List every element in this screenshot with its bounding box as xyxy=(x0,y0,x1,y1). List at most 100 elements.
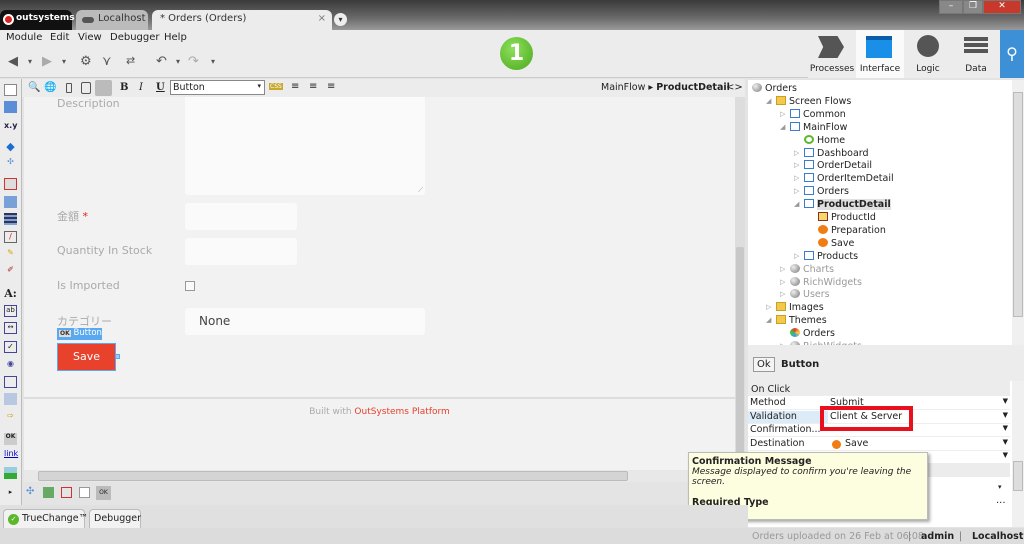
property-value[interactable]: Save xyxy=(845,438,868,449)
show-record-icon[interactable]: ✎ xyxy=(4,248,17,260)
description-textarea[interactable]: ⟋ xyxy=(185,97,425,195)
expression-widget-icon[interactable]: x.y xyxy=(4,121,17,133)
tree-node[interactable]: ▷ OrderDetail xyxy=(794,159,872,172)
menu-debugger[interactable]: Debugger xyxy=(110,32,160,43)
upload-widget-icon[interactable]: ⇨ xyxy=(4,411,17,423)
outsystems-logo-tab[interactable]: outsystems xyxy=(0,10,75,30)
scroll-thumb[interactable] xyxy=(38,471,628,481)
tree-node[interactable]: Preparation xyxy=(818,224,886,237)
footer-link[interactable]: OutSystems Platform xyxy=(354,407,449,417)
is-imported-checkbox[interactable] xyxy=(185,281,195,291)
tree-node[interactable]: ▷ Common xyxy=(780,108,846,121)
align-left-icon[interactable]: ≡ xyxy=(291,81,299,92)
chevron-down-icon[interactable]: ▼ xyxy=(1003,397,1008,405)
tree-node[interactable]: ▷ Orders xyxy=(794,185,849,198)
scroll-thumb[interactable] xyxy=(1013,461,1023,491)
tree-node[interactable]: ▷ Charts xyxy=(780,263,834,276)
tree-scrollbar[interactable] xyxy=(1012,80,1024,345)
tree-node[interactable]: ▷ Dashboard xyxy=(794,147,869,160)
maximize-button[interactable]: ❐ xyxy=(963,0,983,14)
collapse-icon[interactable]: ◢ xyxy=(794,198,799,211)
tree-node[interactable]: ▷ Users xyxy=(780,288,830,301)
tree-node[interactable]: Orders xyxy=(790,327,835,340)
tree-node[interactable]: Home xyxy=(804,134,845,147)
italic-button[interactable]: I xyxy=(139,82,143,93)
status-server[interactable]: Localhost xyxy=(972,531,1023,542)
tab-interface[interactable]: Interface xyxy=(856,30,904,78)
references-icon[interactable]: ⋎ xyxy=(102,54,112,69)
chevron-down-icon[interactable]: ▼ xyxy=(1003,451,1008,459)
canvas-horizontal-scrollbar[interactable] xyxy=(24,470,735,482)
expand-palette-icon[interactable]: ▸ xyxy=(4,488,17,500)
expand-icon[interactable]: ▷ xyxy=(780,288,785,301)
radio-widget-icon[interactable]: ◉ xyxy=(4,359,17,371)
back-icon[interactable]: ◀ xyxy=(8,54,18,69)
zoom-preview-icon[interactable]: 🔍 xyxy=(28,82,40,93)
tree-node[interactable]: ▷ RichWidgets xyxy=(780,276,862,289)
container-widget-icon[interactable] xyxy=(4,84,17,96)
bold-button[interactable]: B xyxy=(120,82,128,93)
screen-canvas[interactable]: Description ⟋ 金額 * Quantity In Stock Is … xyxy=(24,97,735,470)
status-user[interactable]: admin xyxy=(921,531,954,542)
expand-icon[interactable]: ▷ xyxy=(794,159,799,172)
expand-icon[interactable]: ▷ xyxy=(794,250,799,263)
if-widget-icon[interactable]: ◆ xyxy=(4,140,17,153)
chevron-down-icon[interactable]: ▼ xyxy=(1003,438,1008,446)
expand-icon[interactable]: ▷ xyxy=(766,301,771,314)
property-row[interactable]: Destination Save ▼ xyxy=(748,438,1010,451)
mobile-view-icon[interactable] xyxy=(66,83,72,93)
resize-handle-icon[interactable]: ⟋ xyxy=(418,186,423,195)
category-select[interactable]: None xyxy=(185,308,425,335)
button-icon[interactable]: OK xyxy=(96,486,111,500)
expand-icon[interactable]: ▷ xyxy=(780,276,785,289)
expand-icon[interactable]: ▷ xyxy=(780,108,785,121)
edit-record-icon[interactable]: / xyxy=(4,231,17,243)
web-block-icon[interactable]: ✣ xyxy=(26,486,34,497)
resize-handle[interactable] xyxy=(115,354,120,359)
publish-step-badge[interactable]: 1 xyxy=(500,37,533,70)
tree-node[interactable]: ◢ Themes xyxy=(766,314,827,327)
expand-icon[interactable]: ▷ xyxy=(780,263,785,276)
image-widget-icon[interactable] xyxy=(4,467,17,479)
undo-icon[interactable]: ↶ xyxy=(156,54,167,69)
back-dropdown-icon[interactable]: ▾ xyxy=(28,57,32,66)
undo-dropdown-icon[interactable]: ▾ xyxy=(176,57,180,66)
canvas-vertical-scrollbar[interactable] xyxy=(735,97,745,470)
properties-scrollbar[interactable] xyxy=(1012,381,1024,527)
minimize-button[interactable]: – xyxy=(939,0,963,14)
breadcrumb-screen[interactable]: ProductDetail xyxy=(656,82,730,93)
expand-icon[interactable]: ▷ xyxy=(794,172,799,185)
code-toggle-button[interactable]: <> xyxy=(726,82,743,93)
menu-help[interactable]: Help xyxy=(164,32,187,43)
tab-menu-chevron-icon[interactable]: ▾ xyxy=(334,13,347,26)
tree-node[interactable]: Orders xyxy=(752,82,797,95)
chevron-down-icon[interactable]: ▼ xyxy=(1003,411,1008,419)
expand-icon[interactable]: ▷ xyxy=(794,185,799,198)
align-center-icon[interactable]: ≡ xyxy=(309,81,317,92)
tablet-view-icon[interactable] xyxy=(81,82,91,94)
form-icon[interactable] xyxy=(61,487,72,498)
tree-node[interactable]: ◢ ProductDetail xyxy=(794,198,891,211)
tab-orders[interactable]: * Orders (Orders) × xyxy=(152,10,332,30)
underline-button[interactable]: U xyxy=(156,82,165,93)
desktop-view-icon[interactable] xyxy=(95,80,112,96)
redo-dropdown-icon[interactable]: ▾ xyxy=(211,57,215,66)
tree-node[interactable]: Save xyxy=(818,237,854,250)
css-icon[interactable]: CSS xyxy=(269,83,283,90)
button-widget-icon[interactable]: OK xyxy=(4,433,17,445)
amount-input[interactable] xyxy=(185,203,297,230)
align-right-icon[interactable]: ≡ xyxy=(327,81,335,92)
input-password-icon[interactable]: ↔ xyxy=(4,322,17,334)
close-tab-icon[interactable]: × xyxy=(318,13,326,24)
style-class-select[interactable]: Button ▾ xyxy=(170,80,265,95)
merge-icon[interactable]: ⇄ xyxy=(126,54,135,67)
chevron-down-icon[interactable]: ▾ xyxy=(998,483,1002,491)
tree-node[interactable]: ▷ OrderItemDetail xyxy=(794,172,894,185)
forward-dropdown-icon[interactable]: ▾ xyxy=(62,57,66,66)
tree-node[interactable]: ◢ MainFlow xyxy=(780,121,847,134)
chevron-down-icon[interactable]: ▼ xyxy=(1003,424,1008,432)
link-widget-icon[interactable]: link xyxy=(4,449,18,461)
form-widget-icon[interactable] xyxy=(4,178,17,190)
breadcrumb-flow[interactable]: MainFlow xyxy=(601,82,645,93)
table-records-icon[interactable] xyxy=(4,213,17,225)
